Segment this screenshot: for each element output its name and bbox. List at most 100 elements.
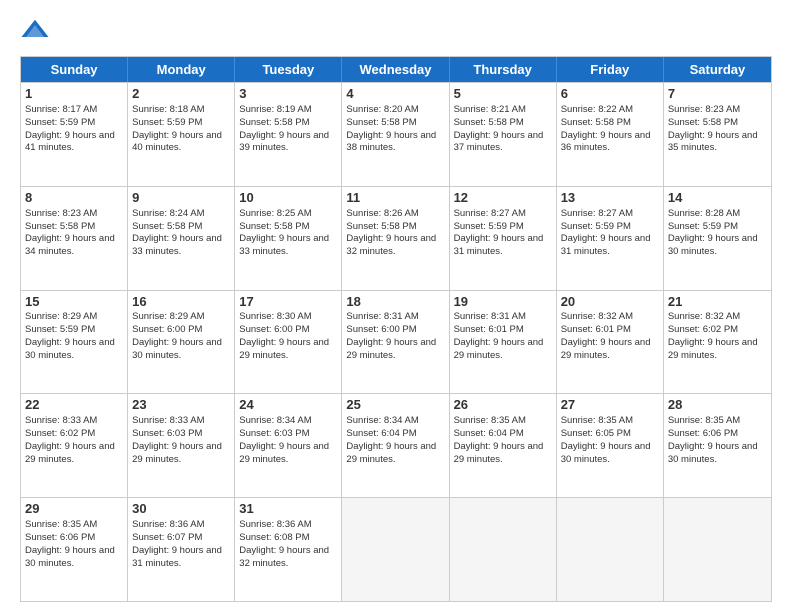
cell-info: Sunrise: 8:19 AMSunset: 5:58 PMDaylight:… [239, 104, 337, 155]
calendar-cell-r0c1: 2Sunrise: 8:18 AMSunset: 5:59 PMDaylight… [128, 83, 235, 186]
cell-info: Sunrise: 8:26 AMSunset: 5:58 PMDaylight:… [346, 208, 444, 259]
day-number: 7 [668, 86, 767, 103]
header-day-wednesday: Wednesday [342, 57, 449, 82]
calendar-row-1: 8Sunrise: 8:23 AMSunset: 5:58 PMDaylight… [21, 186, 771, 290]
calendar-cell-r4c0: 29Sunrise: 8:35 AMSunset: 6:06 PMDayligh… [21, 498, 128, 601]
day-number: 19 [454, 294, 552, 311]
day-number: 25 [346, 397, 444, 414]
cell-info: Sunrise: 8:31 AMSunset: 6:01 PMDaylight:… [454, 311, 552, 362]
day-number: 4 [346, 86, 444, 103]
calendar-cell-r3c4: 26Sunrise: 8:35 AMSunset: 6:04 PMDayligh… [450, 394, 557, 497]
day-number: 31 [239, 501, 337, 518]
day-number: 27 [561, 397, 659, 414]
cell-info: Sunrise: 8:34 AMSunset: 6:03 PMDaylight:… [239, 415, 337, 466]
logo-icon [20, 16, 50, 46]
cell-info: Sunrise: 8:23 AMSunset: 5:58 PMDaylight:… [668, 104, 767, 155]
calendar-cell-r1c0: 8Sunrise: 8:23 AMSunset: 5:58 PMDaylight… [21, 187, 128, 290]
calendar-cell-r1c5: 13Sunrise: 8:27 AMSunset: 5:59 PMDayligh… [557, 187, 664, 290]
day-number: 22 [25, 397, 123, 414]
cell-info: Sunrise: 8:27 AMSunset: 5:59 PMDaylight:… [454, 208, 552, 259]
cell-info: Sunrise: 8:32 AMSunset: 6:01 PMDaylight:… [561, 311, 659, 362]
calendar-cell-r3c1: 23Sunrise: 8:33 AMSunset: 6:03 PMDayligh… [128, 394, 235, 497]
calendar-cell-r2c1: 16Sunrise: 8:29 AMSunset: 6:00 PMDayligh… [128, 291, 235, 394]
calendar-cell-r0c5: 6Sunrise: 8:22 AMSunset: 5:58 PMDaylight… [557, 83, 664, 186]
day-number: 15 [25, 294, 123, 311]
day-number: 12 [454, 190, 552, 207]
calendar-cell-r4c2: 31Sunrise: 8:36 AMSunset: 6:08 PMDayligh… [235, 498, 342, 601]
calendar-cell-r4c1: 30Sunrise: 8:36 AMSunset: 6:07 PMDayligh… [128, 498, 235, 601]
day-number: 24 [239, 397, 337, 414]
cell-info: Sunrise: 8:29 AMSunset: 5:59 PMDaylight:… [25, 311, 123, 362]
calendar-cell-r2c4: 19Sunrise: 8:31 AMSunset: 6:01 PMDayligh… [450, 291, 557, 394]
calendar-cell-r1c4: 12Sunrise: 8:27 AMSunset: 5:59 PMDayligh… [450, 187, 557, 290]
day-number: 29 [25, 501, 123, 518]
header-day-saturday: Saturday [664, 57, 771, 82]
calendar-cell-r4c6 [664, 498, 771, 601]
day-number: 26 [454, 397, 552, 414]
calendar-cell-r4c5 [557, 498, 664, 601]
cell-info: Sunrise: 8:21 AMSunset: 5:58 PMDaylight:… [454, 104, 552, 155]
header-day-thursday: Thursday [450, 57, 557, 82]
day-number: 3 [239, 86, 337, 103]
calendar-cell-r1c6: 14Sunrise: 8:28 AMSunset: 5:59 PMDayligh… [664, 187, 771, 290]
calendar-cell-r3c3: 25Sunrise: 8:34 AMSunset: 6:04 PMDayligh… [342, 394, 449, 497]
calendar-cell-r0c6: 7Sunrise: 8:23 AMSunset: 5:58 PMDaylight… [664, 83, 771, 186]
cell-info: Sunrise: 8:35 AMSunset: 6:05 PMDaylight:… [561, 415, 659, 466]
cell-info: Sunrise: 8:34 AMSunset: 6:04 PMDaylight:… [346, 415, 444, 466]
cell-info: Sunrise: 8:36 AMSunset: 6:07 PMDaylight:… [132, 519, 230, 570]
calendar-header: SundayMondayTuesdayWednesdayThursdayFrid… [21, 57, 771, 82]
cell-info: Sunrise: 8:27 AMSunset: 5:59 PMDaylight:… [561, 208, 659, 259]
cell-info: Sunrise: 8:29 AMSunset: 6:00 PMDaylight:… [132, 311, 230, 362]
cell-info: Sunrise: 8:36 AMSunset: 6:08 PMDaylight:… [239, 519, 337, 570]
cell-info: Sunrise: 8:35 AMSunset: 6:06 PMDaylight:… [25, 519, 123, 570]
calendar-body: 1Sunrise: 8:17 AMSunset: 5:59 PMDaylight… [21, 82, 771, 601]
calendar-cell-r2c2: 17Sunrise: 8:30 AMSunset: 6:00 PMDayligh… [235, 291, 342, 394]
day-number: 17 [239, 294, 337, 311]
cell-info: Sunrise: 8:30 AMSunset: 6:00 PMDaylight:… [239, 311, 337, 362]
calendar-row-0: 1Sunrise: 8:17 AMSunset: 5:59 PMDaylight… [21, 82, 771, 186]
calendar-row-4: 29Sunrise: 8:35 AMSunset: 6:06 PMDayligh… [21, 497, 771, 601]
day-number: 1 [25, 86, 123, 103]
calendar-cell-r0c2: 3Sunrise: 8:19 AMSunset: 5:58 PMDaylight… [235, 83, 342, 186]
calendar-cell-r2c5: 20Sunrise: 8:32 AMSunset: 6:01 PMDayligh… [557, 291, 664, 394]
cell-info: Sunrise: 8:35 AMSunset: 6:04 PMDaylight:… [454, 415, 552, 466]
cell-info: Sunrise: 8:24 AMSunset: 5:58 PMDaylight:… [132, 208, 230, 259]
logo [20, 16, 54, 46]
day-number: 14 [668, 190, 767, 207]
calendar-cell-r3c0: 22Sunrise: 8:33 AMSunset: 6:02 PMDayligh… [21, 394, 128, 497]
calendar-cell-r4c4 [450, 498, 557, 601]
cell-info: Sunrise: 8:18 AMSunset: 5:59 PMDaylight:… [132, 104, 230, 155]
calendar-cell-r3c6: 28Sunrise: 8:35 AMSunset: 6:06 PMDayligh… [664, 394, 771, 497]
calendar-cell-r2c3: 18Sunrise: 8:31 AMSunset: 6:00 PMDayligh… [342, 291, 449, 394]
day-number: 21 [668, 294, 767, 311]
day-number: 13 [561, 190, 659, 207]
calendar-cell-r0c4: 5Sunrise: 8:21 AMSunset: 5:58 PMDaylight… [450, 83, 557, 186]
calendar-cell-r0c0: 1Sunrise: 8:17 AMSunset: 5:59 PMDaylight… [21, 83, 128, 186]
day-number: 5 [454, 86, 552, 103]
cell-info: Sunrise: 8:22 AMSunset: 5:58 PMDaylight:… [561, 104, 659, 155]
day-number: 9 [132, 190, 230, 207]
calendar: SundayMondayTuesdayWednesdayThursdayFrid… [20, 56, 772, 602]
calendar-cell-r1c1: 9Sunrise: 8:24 AMSunset: 5:58 PMDaylight… [128, 187, 235, 290]
day-number: 6 [561, 86, 659, 103]
cell-info: Sunrise: 8:17 AMSunset: 5:59 PMDaylight:… [25, 104, 123, 155]
calendar-cell-r4c3 [342, 498, 449, 601]
header-day-sunday: Sunday [21, 57, 128, 82]
day-number: 16 [132, 294, 230, 311]
calendar-cell-r1c3: 11Sunrise: 8:26 AMSunset: 5:58 PMDayligh… [342, 187, 449, 290]
header-day-monday: Monday [128, 57, 235, 82]
day-number: 10 [239, 190, 337, 207]
cell-info: Sunrise: 8:32 AMSunset: 6:02 PMDaylight:… [668, 311, 767, 362]
day-number: 2 [132, 86, 230, 103]
header-day-tuesday: Tuesday [235, 57, 342, 82]
day-number: 11 [346, 190, 444, 207]
day-number: 30 [132, 501, 230, 518]
header [20, 16, 772, 46]
day-number: 28 [668, 397, 767, 414]
calendar-cell-r2c6: 21Sunrise: 8:32 AMSunset: 6:02 PMDayligh… [664, 291, 771, 394]
day-number: 18 [346, 294, 444, 311]
calendar-row-2: 15Sunrise: 8:29 AMSunset: 5:59 PMDayligh… [21, 290, 771, 394]
cell-info: Sunrise: 8:23 AMSunset: 5:58 PMDaylight:… [25, 208, 123, 259]
cell-info: Sunrise: 8:25 AMSunset: 5:58 PMDaylight:… [239, 208, 337, 259]
cell-info: Sunrise: 8:28 AMSunset: 5:59 PMDaylight:… [668, 208, 767, 259]
